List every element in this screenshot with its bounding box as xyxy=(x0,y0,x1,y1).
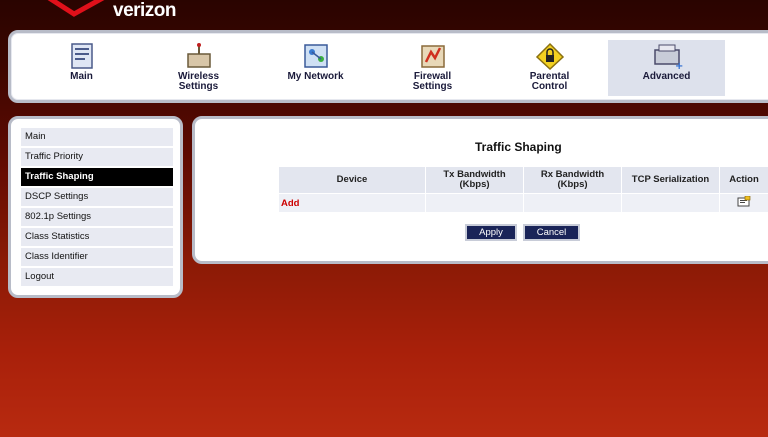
nav-my-network-label: My Network xyxy=(287,71,344,82)
svg-text:+: + xyxy=(675,61,683,70)
header-rx-bandwidth: Rx Bandwidth (Kbps) xyxy=(524,167,621,193)
nav-firewall-settings[interactable]: Firewall Settings xyxy=(374,40,491,96)
parental-icon xyxy=(535,42,564,70)
verizon-check-icon xyxy=(47,0,105,17)
device-cell: Add xyxy=(279,194,425,212)
header-tcp-serialization: TCP Serialization xyxy=(622,167,719,193)
sidebar-item-dscp-settings[interactable]: DSCP Settings xyxy=(21,188,173,206)
sidebar-item-main[interactable]: Main xyxy=(21,128,173,146)
apply-button[interactable]: Apply xyxy=(465,224,517,241)
table-header-row: Device Tx Bandwidth (Kbps) Rx Bandwidth … xyxy=(279,167,768,193)
nav-parental-control[interactable]: Parental Control xyxy=(491,40,608,96)
sidebar-item-traffic-shaping[interactable]: Traffic Shaping xyxy=(21,168,173,186)
traffic-shaping-table: Device Tx Bandwidth (Kbps) Rx Bandwidth … xyxy=(278,166,768,213)
sidebar-item-traffic-priority[interactable]: Traffic Priority xyxy=(21,148,173,166)
network-icon xyxy=(303,44,328,68)
add-link[interactable]: Add xyxy=(279,198,299,209)
cancel-button[interactable]: Cancel xyxy=(523,224,580,241)
nav-wireless-label-2: Settings xyxy=(178,81,219,92)
main-icon xyxy=(70,43,93,69)
nav-firewall-label-2: Settings xyxy=(412,81,453,92)
sidebar: Main Traffic Priority Traffic Shaping DS… xyxy=(8,116,183,298)
sidebar-item-logout[interactable]: Logout xyxy=(21,268,173,286)
header-device: Device xyxy=(279,167,425,193)
table-row: Add xyxy=(279,194,768,212)
header-tx-bandwidth: Tx Bandwidth (Kbps) xyxy=(426,167,523,193)
firewall-icon xyxy=(420,45,445,68)
sidebar-item-8021p-settings[interactable]: 802.1p Settings xyxy=(21,208,173,226)
page-title: Traffic Shaping xyxy=(475,140,562,154)
advanced-icon: + xyxy=(653,44,683,70)
header-tx-line2: (Kbps) xyxy=(459,179,490,190)
nav-advanced[interactable]: + Advanced xyxy=(608,40,725,96)
nav-main-label: Main xyxy=(70,71,93,82)
brand-logo: verizon xyxy=(113,0,177,21)
header-action: Action xyxy=(720,167,768,193)
sidebar-item-class-statistics[interactable]: Class Statistics xyxy=(21,228,173,246)
nav-parental-label-2: Control xyxy=(531,81,568,92)
main-panel: Traffic Shaping Device Tx Bandwidth (Kbp… xyxy=(192,116,768,264)
nav-my-network[interactable]: My Network xyxy=(257,40,374,96)
rx-cell xyxy=(524,194,621,212)
tx-cell xyxy=(426,194,523,212)
nav-system-monitoring[interactable]: S Mo xyxy=(725,40,768,96)
nav-advanced-label: Advanced xyxy=(642,71,691,82)
header-rx-line2: (Kbps) xyxy=(557,179,588,190)
top-navigation: Main Wireless Settings My Network Firewa… xyxy=(8,30,768,103)
wireless-icon xyxy=(186,43,211,68)
nav-wireless-settings[interactable]: Wireless Settings xyxy=(140,40,257,96)
edit-icon[interactable] xyxy=(737,195,751,207)
nav-main[interactable]: Main xyxy=(23,40,140,96)
tcp-cell xyxy=(622,194,719,212)
brand-bar: verizon xyxy=(0,0,768,28)
sidebar-item-class-identifier[interactable]: Class Identifier xyxy=(21,248,173,266)
action-cell xyxy=(720,194,768,212)
